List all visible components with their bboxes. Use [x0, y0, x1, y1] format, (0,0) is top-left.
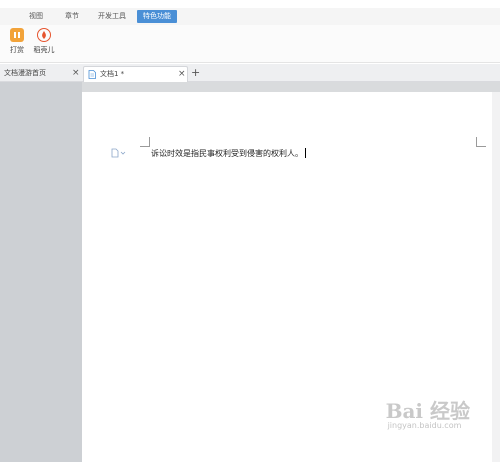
watermark-main: Bai 经验: [385, 399, 470, 423]
tab-document1[interactable]: 文档1 * ×: [83, 66, 188, 82]
menu-view[interactable]: 视图: [22, 10, 50, 23]
document-tab-bar: 文档漫游首页 × 文档1 * × +: [0, 64, 500, 82]
new-tab-button[interactable]: +: [191, 66, 203, 82]
watermark-url: jingyan.baidu.com: [387, 421, 462, 430]
document-text: 诉讼时效是指民事权利受到侵害的权利人。: [151, 149, 303, 158]
margin-corner-top-left: [140, 137, 150, 147]
menu-chapter[interactable]: 章节: [60, 10, 84, 23]
text-cursor: [305, 148, 306, 158]
baidu-watermark: Bai 经验 jingyan.baidu.com: [385, 395, 470, 430]
docer-button[interactable]: 稻壳儿: [24, 28, 64, 60]
tab-docs-home[interactable]: 文档漫游首页 ×: [0, 66, 80, 82]
margin-corner-top-right: [476, 137, 486, 147]
tab-docs-home-label: 文档漫游首页: [4, 69, 46, 77]
tab-document1-label: 文档1 *: [100, 70, 125, 78]
menu-bar: 视图 章节 开发工具 特色功能: [0, 8, 500, 25]
menu-developer-tools[interactable]: 开发工具: [94, 10, 130, 23]
page-top-shade: [82, 82, 500, 92]
menu-special-features[interactable]: 特色功能: [137, 10, 177, 23]
ribbon: 打赏 稻壳儿: [0, 25, 500, 63]
docer-label: 稻壳儿: [33, 46, 55, 54]
paragraph-handle-icon[interactable]: [111, 148, 127, 158]
document-text-line[interactable]: 诉讼时效是指民事权利受到侵害的权利人。: [151, 148, 306, 159]
navigation-pane: [0, 82, 82, 462]
close-icon[interactable]: ×: [72, 66, 80, 81]
docer-icon: [37, 28, 51, 42]
reward-icon: [10, 28, 24, 42]
close-icon[interactable]: ×: [178, 67, 186, 82]
